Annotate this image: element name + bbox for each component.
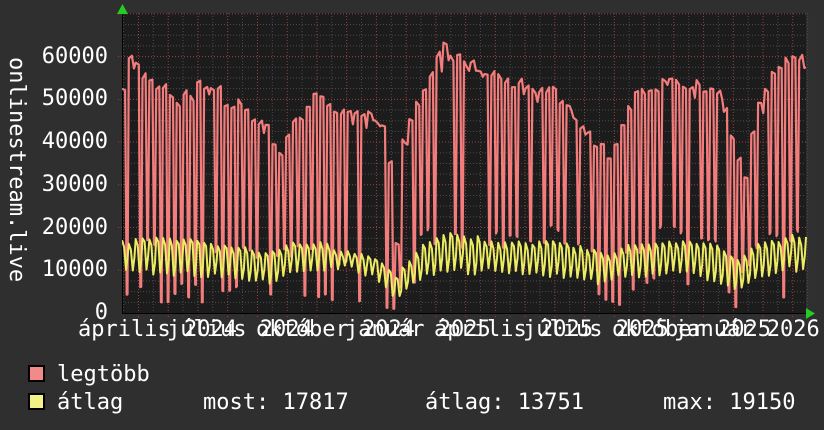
stat-atlag: átlag: 13751 xyxy=(425,390,584,415)
legend-swatch-legtobb-icon xyxy=(28,365,45,382)
plot-area xyxy=(117,4,815,319)
legend-label-atlag: átlag xyxy=(57,390,124,415)
stat-most: most: 17817 xyxy=(203,390,349,415)
y-axis-tick-label: 40000 xyxy=(41,129,108,155)
y-axis-tick-label: 10000 xyxy=(41,257,108,283)
y-axis-tick-label: 20000 xyxy=(41,214,108,240)
stat-max: max: 19150 xyxy=(663,390,796,415)
legend-swatch-atlag-icon xyxy=(28,393,45,410)
legend-label-legtobb: legtöbb xyxy=(57,362,150,387)
x-axis-tick-label: január 2026 xyxy=(674,317,820,342)
y-axis-tick-label: 30000 xyxy=(41,171,108,197)
y-axis-tick-label: 60000 xyxy=(41,43,108,69)
y-axis-tick-label: 50000 xyxy=(41,86,108,112)
